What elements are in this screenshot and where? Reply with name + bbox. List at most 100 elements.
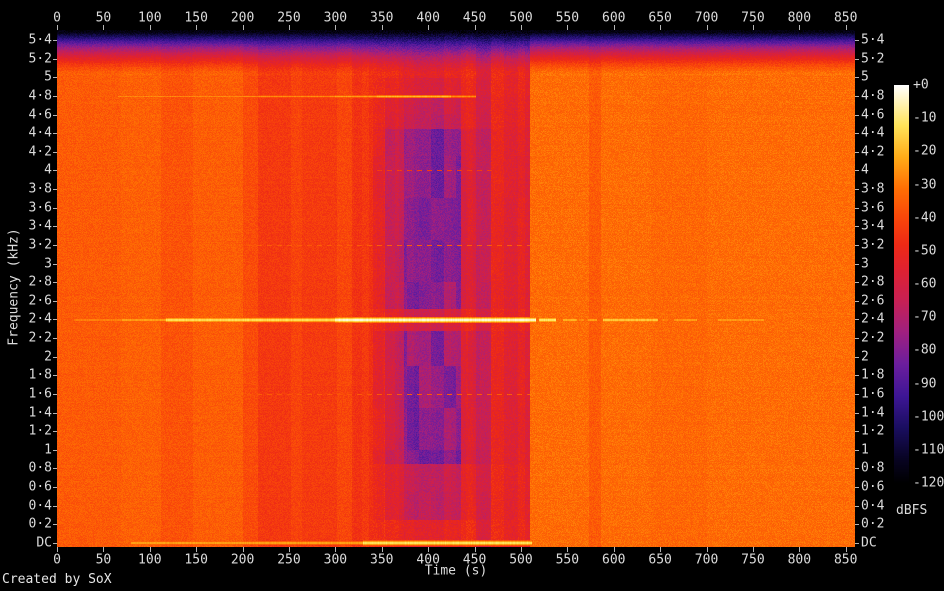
x-tick-mark [474,25,476,30]
x-tick-mark [149,547,151,552]
y-tick-mark [855,170,859,172]
y-tick-label: 3·6 [861,200,885,216]
y-tick-mark [53,543,57,544]
y-tick-label: 1·6 [861,386,885,402]
colorbar-tick-label: +0 [913,77,929,93]
y-tick-label: 1 [44,442,52,458]
y-tick-mark [855,133,859,135]
y-tick-mark [855,95,859,97]
y-tick-mark [855,338,859,340]
y-tick-mark [855,300,859,302]
y-tick-label: DC [36,535,52,551]
y-tick-mark [855,40,859,41]
colorbar [894,85,909,484]
x-tick-mark [706,547,708,552]
y-tick-mark [53,282,57,284]
x-tick-mark [242,25,244,30]
y-tick-label: 3·2 [28,237,52,253]
y-tick-mark [53,244,57,246]
colorbar-unit-label: dBFS [896,503,928,518]
x-tick-label: 350 [370,10,394,26]
y-tick-label: 4·4 [28,125,52,141]
x-tick-mark [335,547,337,552]
x-tick-label: 850 [833,552,858,568]
x-tick-label: 400 [416,10,440,26]
colorbar-tick-label: -40 [913,210,937,226]
x-tick-mark [520,25,522,30]
x-tick-mark [799,25,801,30]
y-tick-label: 2·2 [28,330,52,346]
x-axis-label: Time (s) [424,563,488,579]
y-tick-mark [53,226,57,228]
y-tick-label: 4·2 [28,144,52,160]
colorbar-tick-label: -80 [913,342,937,358]
x-tick-label: 650 [648,552,672,568]
x-tick-label: 150 [184,10,208,26]
y-tick-mark [855,282,859,284]
x-tick-label: 550 [555,10,580,26]
x-tick-mark [428,25,430,30]
x-tick-label: 400 [416,552,440,568]
x-tick-mark [288,25,290,30]
y-tick-mark [53,207,57,209]
y-tick-label: 2 [861,349,869,365]
y-tick-label: 2·6 [861,293,885,309]
y-tick-label: 2 [44,349,52,365]
x-tick-mark [520,547,522,552]
x-tick-mark [567,547,569,552]
y-tick-mark [53,375,57,377]
y-tick-label: 1 [861,442,869,458]
x-tick-label: 250 [277,10,301,26]
y-tick-label: 4 [861,162,869,178]
x-tick-mark [381,25,383,30]
x-tick-mark [149,25,151,30]
y-tick-label: 0·8 [861,460,885,476]
y-tick-label: 4·4 [861,125,885,141]
x-tick-label: 50 [95,10,112,26]
y-tick-mark [855,543,859,544]
y-tick-label: 0·6 [861,479,885,495]
y-tick-label: 0·4 [861,498,885,514]
y-tick-mark [855,77,859,79]
x-tick-label: 100 [138,10,162,26]
x-tick-label: 600 [601,10,626,26]
y-tick-mark [53,449,57,451]
y-tick-label: 2·6 [28,293,52,309]
y-tick-mark [53,151,57,153]
y-tick-mark [53,263,57,265]
x-tick-mark [57,547,58,552]
y-tick-mark [53,189,57,191]
y-tick-mark [855,151,859,153]
y-tick-label: 4·2 [861,144,885,160]
x-tick-mark [567,25,569,30]
y-tick-label: 3·6 [28,200,52,216]
y-tick-mark [855,319,859,321]
x-tick-label: 0 [53,10,61,26]
y-tick-mark [53,468,57,470]
colorbar-tick-label: -90 [913,376,937,391]
x-tick-mark [288,547,290,552]
y-tick-label: 0·2 [28,516,52,532]
y-tick-label: 0·4 [28,498,52,514]
x-tick-label: 50 [95,552,112,568]
y-tick-mark [53,412,57,414]
y-tick-label: 2·8 [28,274,52,290]
y-tick-mark [855,524,859,526]
y-tick-label: 1·2 [861,423,885,439]
y-tick-mark [855,356,859,358]
x-tick-mark [660,547,662,552]
x-tick-mark [752,547,754,552]
y-tick-mark [53,393,57,395]
sox-spectrogram-figure: Frequency (kHz) Time (s) dBFS Created by… [0,0,944,591]
y-tick-label: 2·4 [28,311,52,327]
y-tick-mark [53,487,57,489]
y-tick-mark [855,449,859,451]
x-tick-label: 700 [694,10,719,26]
y-tick-mark [855,189,859,191]
y-tick-label: DC [861,535,877,551]
y-tick-label: 1·4 [28,405,52,421]
y-tick-mark [855,412,859,414]
x-tick-label: 500 [509,10,533,26]
x-tick-mark [335,25,337,30]
x-tick-label: 600 [601,552,626,568]
